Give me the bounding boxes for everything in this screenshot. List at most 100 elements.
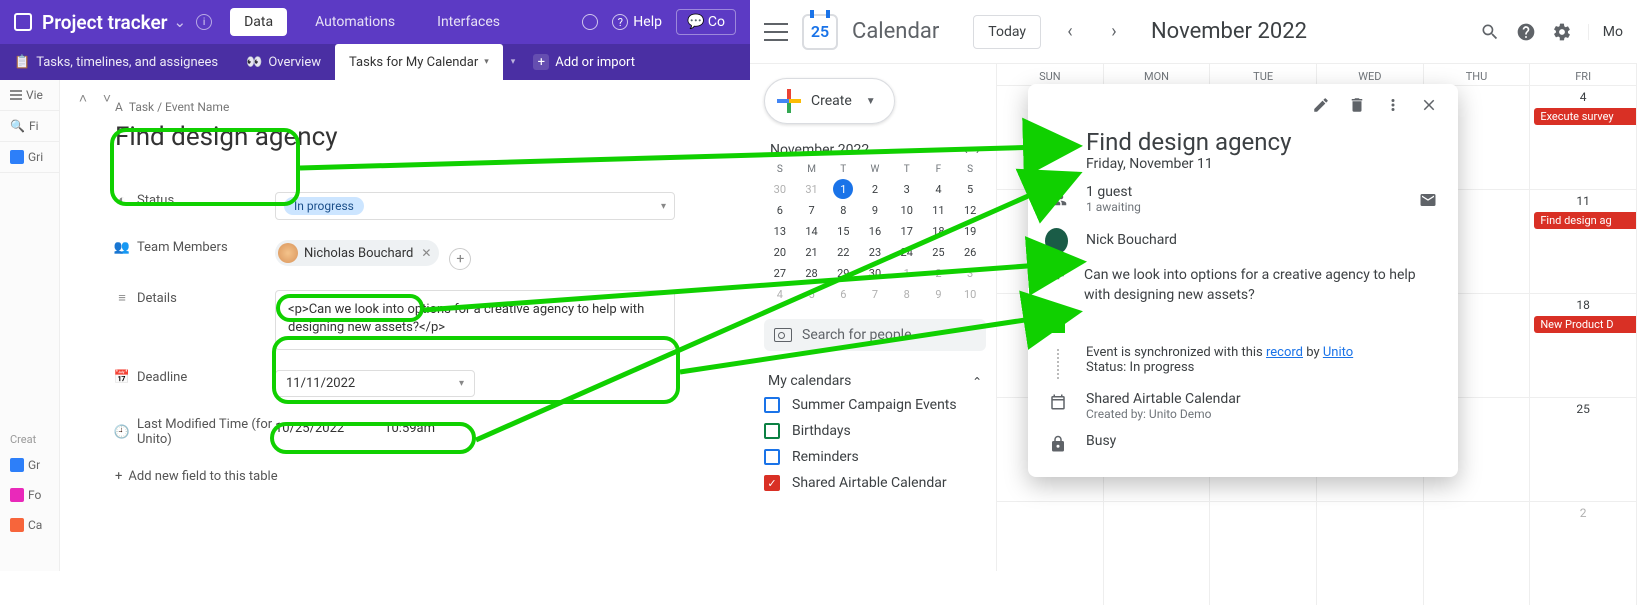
mini-day[interactable]: 5 xyxy=(954,179,986,200)
calendar-logo-icon[interactable]: 25 xyxy=(802,14,838,50)
record-link[interactable]: record xyxy=(1266,345,1303,360)
base-title[interactable]: Project tracker xyxy=(42,11,168,34)
day-cell[interactable]: 11Find design ag xyxy=(1530,189,1636,293)
mini-month-label[interactable]: November 2022 xyxy=(770,142,869,158)
settings-icon[interactable] xyxy=(1552,22,1572,42)
event-chip[interactable]: Execute survey xyxy=(1534,108,1636,125)
my-calendars-header[interactable]: My calendars⌄ xyxy=(764,373,986,389)
next-record[interactable]: ˅ xyxy=(98,90,116,107)
calendar-list-item[interactable]: Birthdays xyxy=(764,423,986,439)
mini-day[interactable]: 22 xyxy=(827,242,859,263)
mini-day[interactable]: 16 xyxy=(859,221,891,242)
views-button[interactable]: Vie xyxy=(0,80,59,111)
mini-day[interactable]: 30 xyxy=(859,263,891,284)
tab-interfaces[interactable]: Interfaces xyxy=(423,8,514,36)
mini-day[interactable]: 9 xyxy=(859,200,891,221)
mini-day[interactable]: 28 xyxy=(796,263,828,284)
delete-icon[interactable] xyxy=(1348,96,1366,114)
create-button[interactable]: Create ▼ xyxy=(764,78,895,124)
mini-day[interactable]: 4 xyxy=(923,179,955,200)
mini-day[interactable]: 29 xyxy=(827,263,859,284)
status-select[interactable]: In progress ▾ xyxy=(275,192,675,220)
event-chip[interactable]: Find design ag xyxy=(1534,212,1636,229)
mini-day[interactable]: 3 xyxy=(891,179,923,200)
prev-record[interactable]: ˄ xyxy=(74,90,92,107)
share-button[interactable]: 💬 Co xyxy=(676,9,736,35)
task-name-value[interactable]: Find design agency xyxy=(115,122,750,152)
mini-day[interactable]: 17 xyxy=(891,221,923,242)
checkbox[interactable] xyxy=(764,423,780,439)
mini-day[interactable]: 10 xyxy=(954,284,986,305)
mini-day[interactable]: 12 xyxy=(954,200,986,221)
create-form[interactable]: Fo xyxy=(0,480,59,510)
mini-day[interactable]: 6 xyxy=(764,200,796,221)
mini-day[interactable]: 25 xyxy=(923,242,955,263)
mini-day[interactable]: 24 xyxy=(891,242,923,263)
view-switcher[interactable]: Mo xyxy=(1588,24,1623,40)
calendar-list-item[interactable]: Summer Campaign Events xyxy=(764,397,986,413)
help-button[interactable]: ?Help xyxy=(612,14,662,30)
email-guests-icon[interactable] xyxy=(1418,189,1438,209)
next-period-button[interactable]: › xyxy=(1099,17,1129,47)
day-cell[interactable] xyxy=(1104,501,1210,605)
unito-link[interactable]: Unito xyxy=(1323,345,1353,360)
mini-day[interactable]: 2 xyxy=(923,263,955,284)
add-field-button[interactable]: Add new field to this table xyxy=(115,457,750,484)
calendar-list-item[interactable]: ✓Shared Airtable Calendar xyxy=(764,475,986,491)
mini-day[interactable]: 8 xyxy=(891,284,923,305)
create-calendar[interactable]: Ca xyxy=(0,510,59,540)
mini-day[interactable]: 20 xyxy=(764,242,796,263)
mini-day[interactable]: 1 xyxy=(891,263,923,284)
history-icon[interactable] xyxy=(582,14,598,30)
mini-day[interactable]: 31 xyxy=(796,179,828,200)
mini-day[interactable]: 3 xyxy=(954,263,986,284)
member-chip[interactable]: Nicholas Bouchard ✕ xyxy=(275,240,439,266)
mini-day[interactable]: 23 xyxy=(859,242,891,263)
mini-day[interactable]: 30 xyxy=(764,179,796,200)
checkbox[interactable]: ✓ xyxy=(764,475,780,491)
add-import-button[interactable]: +Add or import xyxy=(533,54,635,70)
mini-day[interactable]: 13 xyxy=(764,221,796,242)
mini-day[interactable]: 8 xyxy=(827,200,859,221)
day-cell[interactable]: 18New Product D xyxy=(1530,293,1636,397)
find-record[interactable]: 🔍 Fi xyxy=(0,111,59,142)
table-tab-tasks[interactable]: 📋 Tasks, timelines, and assignees xyxy=(0,44,232,80)
mini-day[interactable]: 10 xyxy=(891,200,923,221)
day-cell[interactable] xyxy=(1317,501,1423,605)
mini-day[interactable]: 15 xyxy=(827,221,859,242)
mini-day[interactable]: 9 xyxy=(923,284,955,305)
table-tab-more[interactable]: ▾ xyxy=(503,44,524,80)
tab-data[interactable]: Data xyxy=(230,8,287,36)
day-cell[interactable]: 25 xyxy=(1530,397,1636,501)
day-cell[interactable] xyxy=(1424,501,1530,605)
grid-view-item[interactable]: Gri xyxy=(0,142,59,173)
mini-day[interactable]: 27 xyxy=(764,263,796,284)
mini-day[interactable]: 1 xyxy=(833,179,853,199)
mini-day[interactable]: 26 xyxy=(954,242,986,263)
table-tab-overview[interactable]: 👀 Overview xyxy=(232,44,335,80)
mini-day[interactable]: 11 xyxy=(923,200,955,221)
more-icon[interactable] xyxy=(1384,96,1402,114)
tab-automations[interactable]: Automations xyxy=(301,8,409,36)
checkbox[interactable] xyxy=(764,449,780,465)
support-icon[interactable] xyxy=(1516,22,1536,42)
main-menu-icon[interactable] xyxy=(764,23,788,41)
create-grid[interactable]: Gr xyxy=(0,450,59,480)
prev-period-button[interactable]: ‹ xyxy=(1055,17,1085,47)
month-label[interactable]: November 2022 xyxy=(1151,19,1307,44)
table-tab-mycalendar[interactable]: Tasks for My Calendar ▾ xyxy=(335,44,503,80)
mini-day[interactable]: 21 xyxy=(796,242,828,263)
day-cell[interactable] xyxy=(997,501,1103,605)
mini-day[interactable]: 6 xyxy=(827,284,859,305)
add-member-button[interactable]: + xyxy=(449,248,471,270)
base-icon[interactable] xyxy=(14,13,32,31)
today-button[interactable]: Today xyxy=(973,15,1041,49)
close-icon[interactable] xyxy=(1420,96,1438,114)
mini-day[interactable]: 4 xyxy=(764,284,796,305)
day-cell[interactable]: 2 xyxy=(1530,501,1636,605)
day-cell[interactable] xyxy=(1210,501,1316,605)
mini-day[interactable]: 2 xyxy=(859,179,891,200)
mini-day[interactable]: 5 xyxy=(796,284,828,305)
info-icon[interactable]: i xyxy=(196,14,212,30)
remove-member-icon[interactable]: ✕ xyxy=(419,246,433,260)
